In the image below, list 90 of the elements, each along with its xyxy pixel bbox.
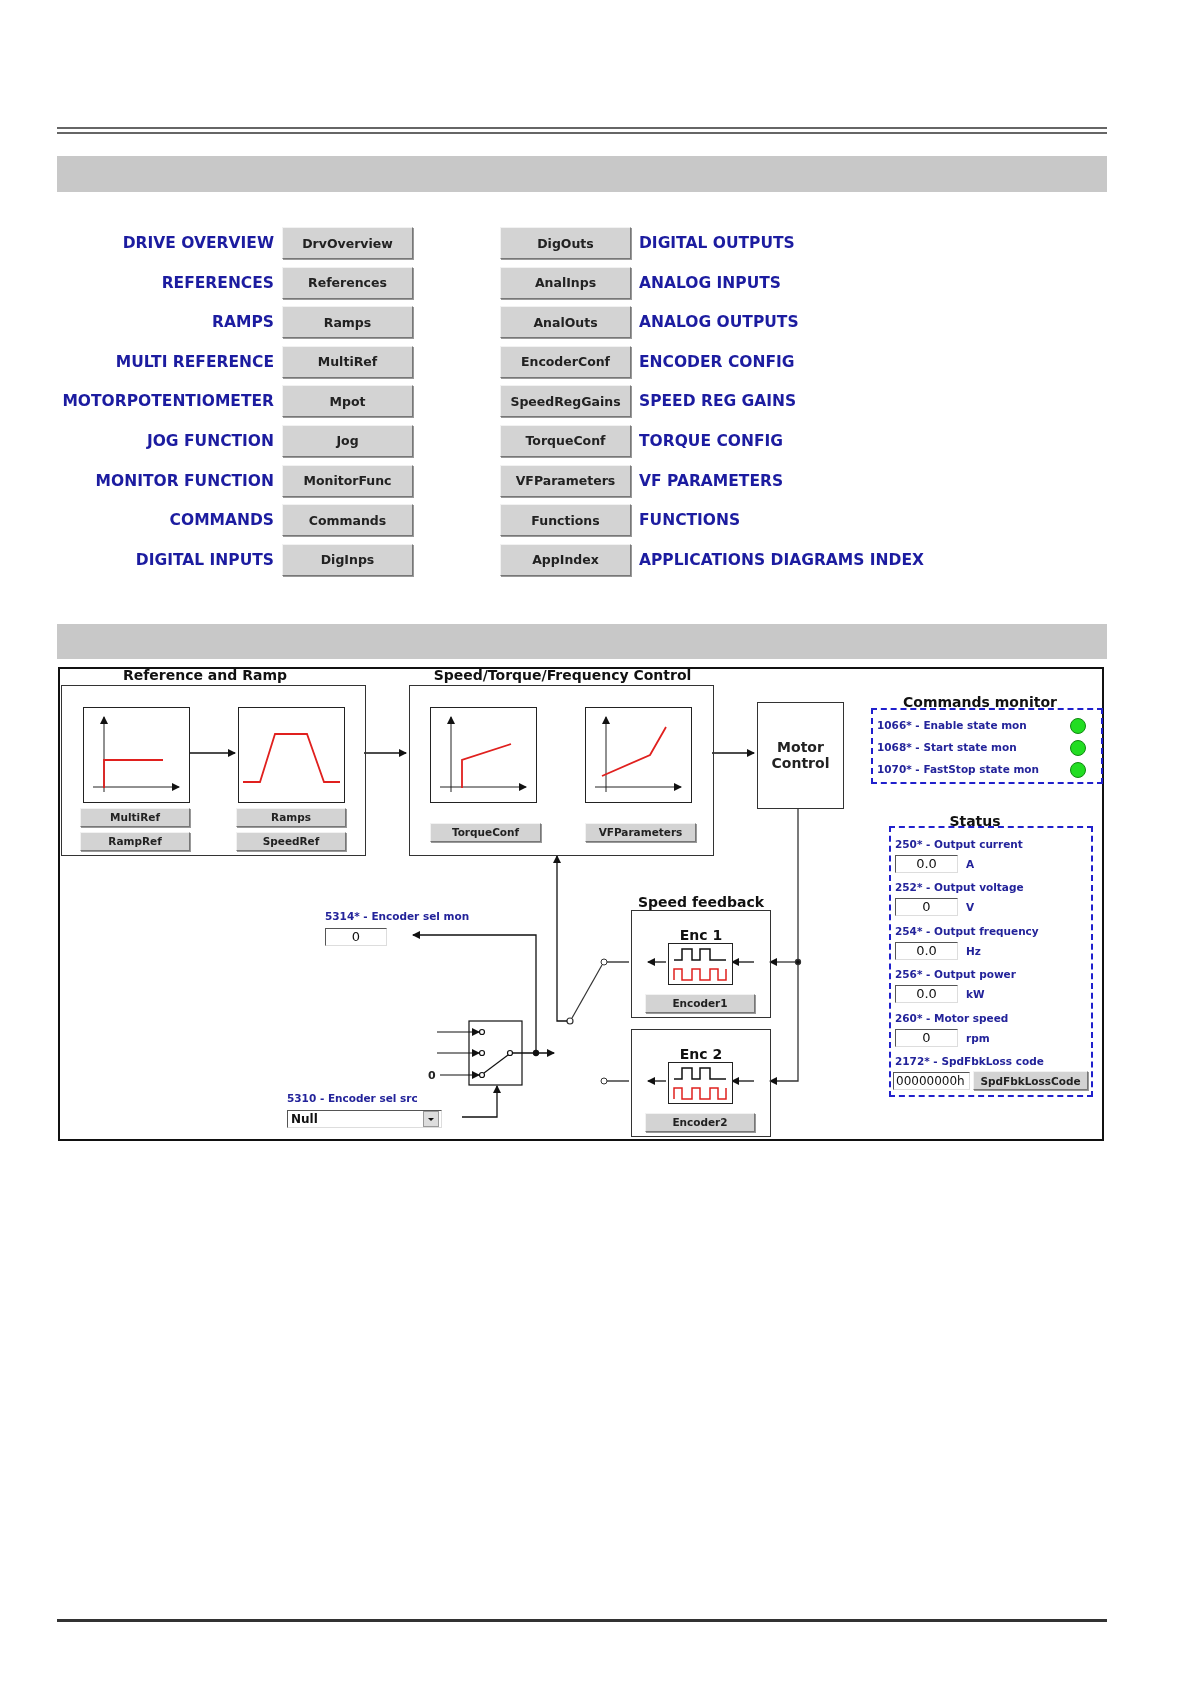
section-link[interactable]: MOTORPOTENTIOMETER <box>62 392 274 411</box>
connector-line <box>606 1080 630 1082</box>
nav-button[interactable]: AnalOuts <box>500 306 631 339</box>
parameter-label: 1068* - Start state mon <box>877 740 1018 753</box>
pulse-signal-icon <box>668 942 733 985</box>
panel-button[interactable]: VFParameters <box>585 822 696 842</box>
section-link[interactable]: VF PARAMETERS <box>639 471 1107 490</box>
nav-button[interactable]: DrvOverview <box>282 227 413 259</box>
section-link[interactable]: DRIVE OVERVIEW <box>122 234 274 252</box>
value-field[interactable]: 0.0 <box>895 985 958 1004</box>
value-field[interactable]: 0 <box>325 927 387 946</box>
encoder-title: Enc 2 <box>678 1044 724 1063</box>
input-value-label: 0 <box>428 1068 436 1082</box>
nav-button[interactable]: AppIndex <box>500 543 631 576</box>
section-link[interactable]: ENCODER CONFIG <box>639 352 1107 371</box>
section-link[interactable]: DIGITAL OUTPUTS <box>639 234 1107 252</box>
section-link[interactable]: FUNCTIONS <box>639 511 1107 530</box>
section-link[interactable]: MULTI REFERENCE <box>115 352 274 371</box>
nav-button[interactable]: SpeedRegGains <box>500 385 631 418</box>
code-button[interactable]: SpdFbkLossCode <box>973 1071 1088 1091</box>
panel-button[interactable]: RampRef <box>80 831 190 851</box>
section-link[interactable]: MONITOR FUNCTION <box>95 471 274 490</box>
section-link[interactable]: ANALOG INPUTS <box>639 273 1107 292</box>
encoder-button[interactable]: Encoder1 <box>645 993 755 1013</box>
parameter-label: 5314* - Encoder sel mon <box>325 909 471 922</box>
nav-button[interactable]: DigOuts <box>500 227 631 259</box>
parameter-label: 254* - Output frequency <box>895 924 1040 937</box>
nav-button[interactable]: AnalInps <box>500 266 631 299</box>
connector-arrow <box>711 748 755 757</box>
unit-label: kW <box>966 988 985 1001</box>
contact-icon <box>600 1077 608 1085</box>
section-link[interactable]: REFERENCES <box>161 273 274 292</box>
section-link[interactable]: COMMANDS <box>169 511 274 530</box>
panel-title: Speed/Torque/Frequency Control <box>432 665 693 684</box>
nav-button[interactable]: References <box>282 266 413 299</box>
panel-button[interactable]: SpeedRef <box>236 831 346 851</box>
parameter-label: 1070* - FastStop state mon <box>877 762 1041 775</box>
connector-line <box>606 961 630 963</box>
parameter-label: 252* - Output voltage <box>895 881 1025 894</box>
connector-arrow <box>363 748 407 757</box>
parameter-label: 260* - Motor speed <box>895 1011 1010 1024</box>
value-field[interactable]: 0.0 <box>895 854 958 873</box>
nav-button[interactable]: VFParameters <box>500 464 631 497</box>
panel-button[interactable]: MultiRef <box>80 807 190 827</box>
section-link[interactable]: TORQUE CONFIG <box>639 431 1107 450</box>
value-field[interactable]: 0 <box>895 898 958 917</box>
motor-control-block: Motor Control <box>757 701 844 809</box>
section-link[interactable]: ANALOG OUTPUTS <box>639 313 1107 332</box>
encoder-button[interactable]: Encoder2 <box>645 1112 755 1132</box>
contact-icon <box>600 958 608 966</box>
nav-button[interactable]: MultiRef <box>282 345 413 378</box>
nav-button[interactable]: Jog <box>282 424 413 457</box>
section-link[interactable]: APPLICATIONS DIAGRAMS INDEX <box>639 550 1107 569</box>
nav-button[interactable]: Mpot <box>282 385 413 418</box>
value-field[interactable]: 00000000h <box>893 1072 970 1091</box>
unit-label: rpm <box>966 1031 990 1044</box>
parameter-label: 5310 - Encoder sel src <box>287 1091 419 1104</box>
panel-button[interactable]: Ramps <box>236 807 346 827</box>
value-field[interactable]: 0 <box>895 1028 958 1047</box>
nav-button[interactable]: TorqueConf <box>500 424 631 457</box>
panel-title: Commands monitor <box>902 692 1058 711</box>
encoder-title: Enc 1 <box>678 925 724 944</box>
section-link[interactable]: DIGITAL INPUTS <box>135 550 274 569</box>
value-field[interactable]: 0.0 <box>895 941 958 960</box>
nav-button[interactable]: Functions <box>500 504 631 537</box>
source-dropdown[interactable]: Null <box>287 1109 442 1128</box>
panel-title: Status <box>948 811 1002 830</box>
panel-title: Speed feedback <box>636 892 766 911</box>
parameter-label: 250* - Output current <box>895 837 1024 850</box>
nav-button[interactable]: MonitorFunc <box>282 464 413 497</box>
panel-title: Reference and Ramp <box>121 665 288 684</box>
parameter-label: 256* - Output power <box>895 968 1017 981</box>
nav-button[interactable]: Commands <box>282 504 413 537</box>
unit-label: V <box>966 901 975 914</box>
section-link[interactable]: SPEED REG GAINS <box>639 392 1107 411</box>
section-link[interactable]: RAMPS <box>212 313 274 332</box>
unit-label: Hz <box>966 944 981 957</box>
connector-arrow <box>187 748 236 757</box>
switch-drawing <box>566 964 603 1025</box>
nav-button[interactable]: DigInps <box>282 543 413 576</box>
nav-button[interactable]: Ramps <box>282 306 413 339</box>
section-link[interactable]: JOG FUNCTION <box>146 431 274 450</box>
caret-icon <box>423 1110 439 1127</box>
unit-label: A <box>966 857 975 870</box>
parameter-label: 1066* - Enable state mon <box>877 718 1028 731</box>
pulse-signal-icon <box>668 1061 733 1104</box>
nav-button[interactable]: EncoderConf <box>500 345 631 378</box>
connector-arrow <box>461 1084 501 1118</box>
parameter-label: 2172* - SpdFbkLoss code <box>895 1055 1045 1068</box>
panel-button[interactable]: TorqueConf <box>430 822 541 842</box>
